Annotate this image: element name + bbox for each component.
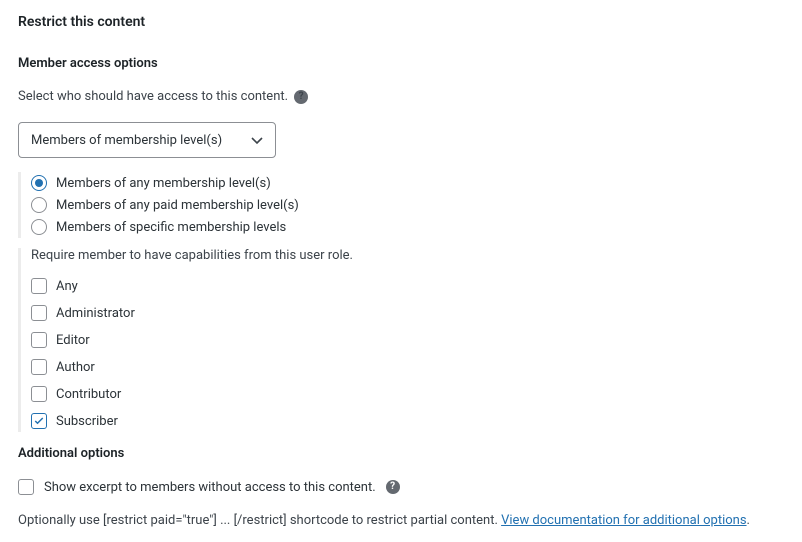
membership-radio-option[interactable]: Members of any paid membership level(s) [31, 194, 784, 216]
radio-icon [31, 197, 47, 213]
member-access-label: Member access options [18, 56, 784, 71]
role-checkbox-option[interactable]: Editor [31, 329, 784, 351]
checkbox-icon [31, 332, 47, 348]
membership-radio-option[interactable]: Members of specific membership levels [31, 216, 784, 238]
note-prefix: Optionally use [restrict paid="true"] ..… [18, 513, 501, 528]
additional-options-label: Additional options [18, 446, 784, 461]
role-label: Subscriber [56, 414, 118, 429]
role-label: Contributor [56, 387, 121, 402]
checkbox-icon [31, 386, 47, 402]
role-checkbox-option[interactable]: Subscriber [31, 410, 784, 432]
role-checkbox-option[interactable]: Any [31, 275, 784, 297]
membership-radio-option[interactable]: Members of any membership level(s) [31, 172, 784, 194]
help-icon[interactable]: ? [386, 480, 400, 494]
access-select-value: Members of membership level(s) [31, 133, 222, 148]
roles-block: Require member to have capabilities from… [18, 248, 784, 432]
checkbox-icon [31, 359, 47, 375]
shortcode-note: Optionally use [restrict paid="true"] ..… [18, 513, 784, 528]
roles-heading: Require member to have capabilities from… [31, 248, 784, 263]
role-checkbox-option[interactable]: Administrator [31, 302, 784, 324]
chevron-down-icon [249, 132, 265, 148]
excerpt-checkbox[interactable] [18, 479, 34, 495]
radio-icon [31, 175, 47, 191]
documentation-link[interactable]: View documentation for additional option… [501, 513, 746, 528]
radio-label: Members of any paid membership level(s) [56, 198, 299, 213]
checkbox-icon [31, 413, 47, 429]
checkbox-icon [31, 305, 47, 321]
excerpt-label: Show excerpt to members without access t… [44, 480, 376, 495]
role-label: Administrator [56, 306, 135, 321]
role-checkbox-option[interactable]: Author [31, 356, 784, 378]
role-checkbox-option[interactable]: Contributor [31, 383, 784, 405]
help-icon[interactable]: ? [294, 90, 308, 104]
radio-label: Members of any membership level(s) [56, 176, 271, 191]
access-select[interactable]: Members of membership level(s) [18, 122, 276, 158]
membership-radio-group: Members of any membership level(s) Member… [18, 172, 784, 238]
checkbox-icon [31, 278, 47, 294]
radio-icon [31, 219, 47, 235]
radio-label: Members of specific membership levels [56, 220, 286, 235]
panel-title: Restrict this content [18, 14, 784, 30]
role-label: Author [56, 360, 95, 375]
note-suffix: . [747, 513, 750, 528]
role-label: Any [56, 279, 78, 294]
role-label: Editor [56, 333, 90, 348]
access-help-text: Select who should have access to this co… [18, 89, 288, 104]
